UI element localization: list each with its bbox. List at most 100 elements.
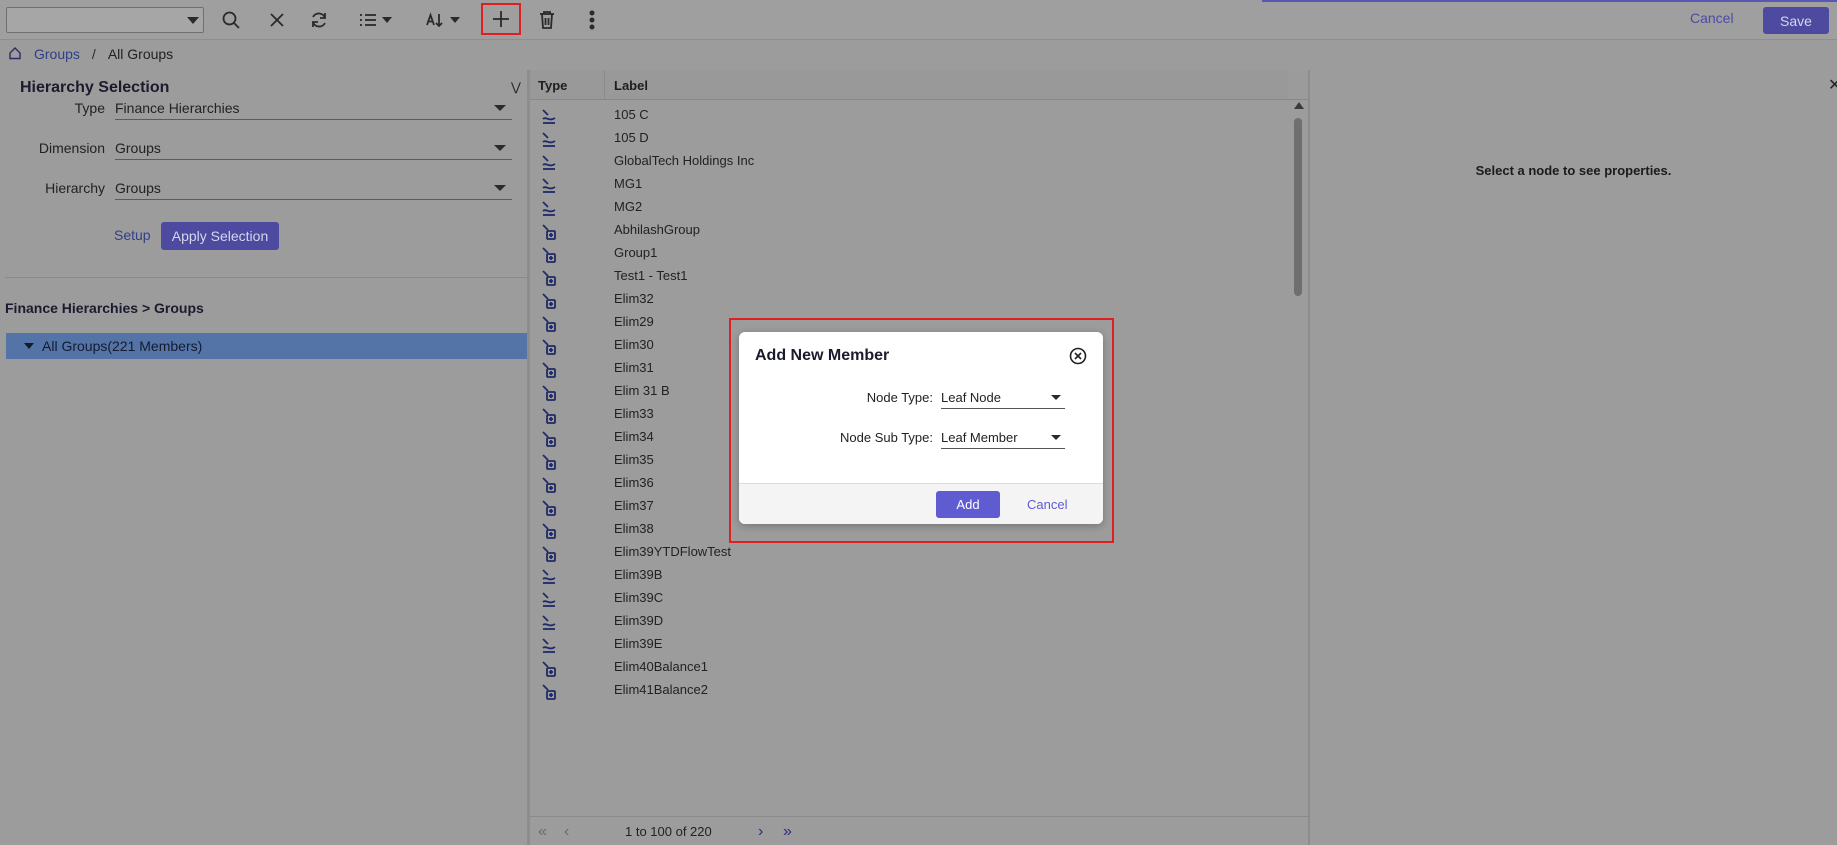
dialog-footer: Add Cancel	[739, 483, 1103, 524]
search-button[interactable]	[218, 5, 244, 35]
toolbar-dropdown[interactable]	[6, 7, 204, 33]
cancel-button[interactable]: Cancel	[1690, 10, 1734, 26]
row-label: Elim35	[614, 452, 654, 467]
header-spacer	[1288, 70, 1308, 100]
clear-button[interactable]	[264, 5, 290, 35]
row-label: Elim33	[614, 406, 654, 421]
type-field: Type Finance Hierarchies	[5, 96, 527, 120]
last-page-icon[interactable]: »	[783, 823, 792, 841]
dimension-field: Dimension Groups	[5, 136, 527, 160]
leaf-node-icon	[540, 245, 558, 263]
row-label: Elim39B	[614, 567, 663, 582]
node-sub-type-select[interactable]: Leaf Member	[941, 425, 1065, 449]
row-label: Elim39C	[614, 590, 664, 605]
breadcrumb-groups-link[interactable]: Groups	[34, 46, 80, 62]
type-select[interactable]: Finance Hierarchies	[115, 96, 512, 120]
breadcrumb-current: All Groups	[107, 46, 174, 62]
chevron-down-icon	[494, 105, 506, 111]
leaf-node-icon	[540, 222, 558, 240]
column-header-type[interactable]: Type	[538, 78, 567, 93]
close-icon[interactable]: ✕	[1828, 75, 1837, 95]
add-new-member-dialog: Add New Member Node Type: Leaf Node Node…	[739, 332, 1103, 524]
apply-selection-button[interactable]: Apply Selection	[161, 222, 279, 250]
node-sub-type-field: Node Sub Type: Leaf Member	[739, 425, 1103, 449]
node-type-field: Node Type: Leaf Node	[739, 385, 1103, 409]
row-label: 105 C	[614, 107, 649, 122]
leaf-node-icon	[540, 268, 558, 286]
leaf-node-icon	[540, 498, 558, 516]
node-type-select[interactable]: Leaf Node	[941, 385, 1065, 409]
row-label: Elim41Balance2	[614, 682, 708, 697]
scroll-up-icon[interactable]	[1294, 102, 1304, 109]
properties-empty-message: Select a node to see properties.	[1475, 163, 1672, 178]
leaf-node-icon	[540, 337, 558, 355]
delete-button[interactable]	[535, 5, 559, 35]
leaf-node-icon	[540, 659, 558, 677]
row-label: Elim40Balance1	[614, 659, 708, 674]
breadcrumb-separator: /	[91, 46, 96, 62]
pager: « ‹ 1 to 100 of 220 › »	[530, 816, 1308, 845]
dimension-value: Groups	[115, 140, 161, 156]
hierarchy-selection-panel: Hierarchy Selection ⋁ Type Finance Hiera…	[5, 70, 527, 278]
save-button[interactable]: Save	[1763, 7, 1829, 34]
search-icon	[222, 11, 240, 29]
column-header-label[interactable]: Label	[614, 78, 648, 93]
first-page-icon[interactable]: «	[538, 823, 547, 841]
leaf-node-icon	[540, 452, 558, 470]
breadcrumb: Groups / All Groups	[0, 41, 1837, 67]
list-view-icon	[359, 14, 376, 26]
cancel-button[interactable]: Cancel	[1027, 497, 1067, 512]
list-view-button[interactable]	[356, 5, 394, 35]
aggregate-node-icon	[540, 613, 558, 631]
setup-link[interactable]: Setup	[114, 227, 151, 243]
leaf-node-icon	[540, 521, 558, 539]
grid-scrollbar[interactable]	[1292, 102, 1304, 845]
leaf-node-icon	[540, 429, 558, 447]
chevron-down-icon	[381, 17, 392, 23]
add-icon	[493, 11, 509, 27]
type-value: Finance Hierarchies	[115, 100, 240, 116]
table-row[interactable]: Elim41Balance2	[530, 677, 1288, 704]
node-sub-type-value: Leaf Member	[941, 430, 1018, 445]
chevron-down-icon	[187, 17, 199, 24]
row-label: Group1	[614, 245, 658, 260]
row-label: Elim30	[614, 337, 654, 352]
leaf-node-icon	[540, 314, 558, 332]
more-options-button[interactable]	[580, 5, 604, 35]
scroll-thumb[interactable]	[1294, 118, 1302, 296]
node-sub-type-label: Node Sub Type:	[840, 430, 933, 445]
hierarchy-path-title: Finance Hierarchies > Groups	[5, 300, 204, 316]
add-button[interactable]	[481, 3, 521, 35]
add-button[interactable]: Add	[936, 491, 1000, 518]
refresh-button[interactable]	[306, 5, 332, 35]
column-divider[interactable]	[604, 70, 605, 100]
collapse-icon[interactable]: ⋁	[511, 80, 521, 94]
close-icon[interactable]	[1069, 347, 1087, 365]
dimension-select[interactable]: Groups	[115, 136, 512, 160]
row-label: Elim31	[614, 360, 654, 375]
leaf-node-icon	[540, 544, 558, 562]
chevron-down-icon	[1051, 435, 1061, 440]
hierarchy-field: Hierarchy Groups	[5, 176, 527, 200]
clear-icon	[270, 13, 284, 27]
leaf-node-icon	[540, 360, 558, 378]
row-label: 105 D	[614, 130, 649, 145]
hierarchy-select[interactable]: Groups	[115, 176, 512, 200]
row-label: Elim38	[614, 521, 654, 536]
home-icon[interactable]	[8, 46, 22, 63]
dialog-title: Add New Member	[755, 347, 890, 364]
row-label: AbhilashGroup	[614, 222, 700, 237]
sort-button[interactable]	[424, 5, 460, 35]
chevron-down-icon	[1051, 395, 1061, 400]
aggregate-node-icon	[540, 176, 558, 194]
left-panel: Hierarchy Selection ⋁ Type Finance Hiera…	[5, 70, 527, 840]
tree-root-node[interactable]: All Groups(221 Members)	[6, 333, 527, 359]
delete-icon	[540, 11, 554, 29]
row-label: Elim39E	[614, 636, 663, 651]
row-label: MG1	[614, 176, 643, 191]
expand-arrow-icon[interactable]	[24, 343, 34, 349]
leaf-node-icon	[540, 475, 558, 493]
next-page-icon[interactable]: ›	[758, 823, 763, 841]
previous-page-icon[interactable]: ‹	[564, 823, 569, 841]
top-toolbar: Cancel Save	[0, 0, 1837, 40]
